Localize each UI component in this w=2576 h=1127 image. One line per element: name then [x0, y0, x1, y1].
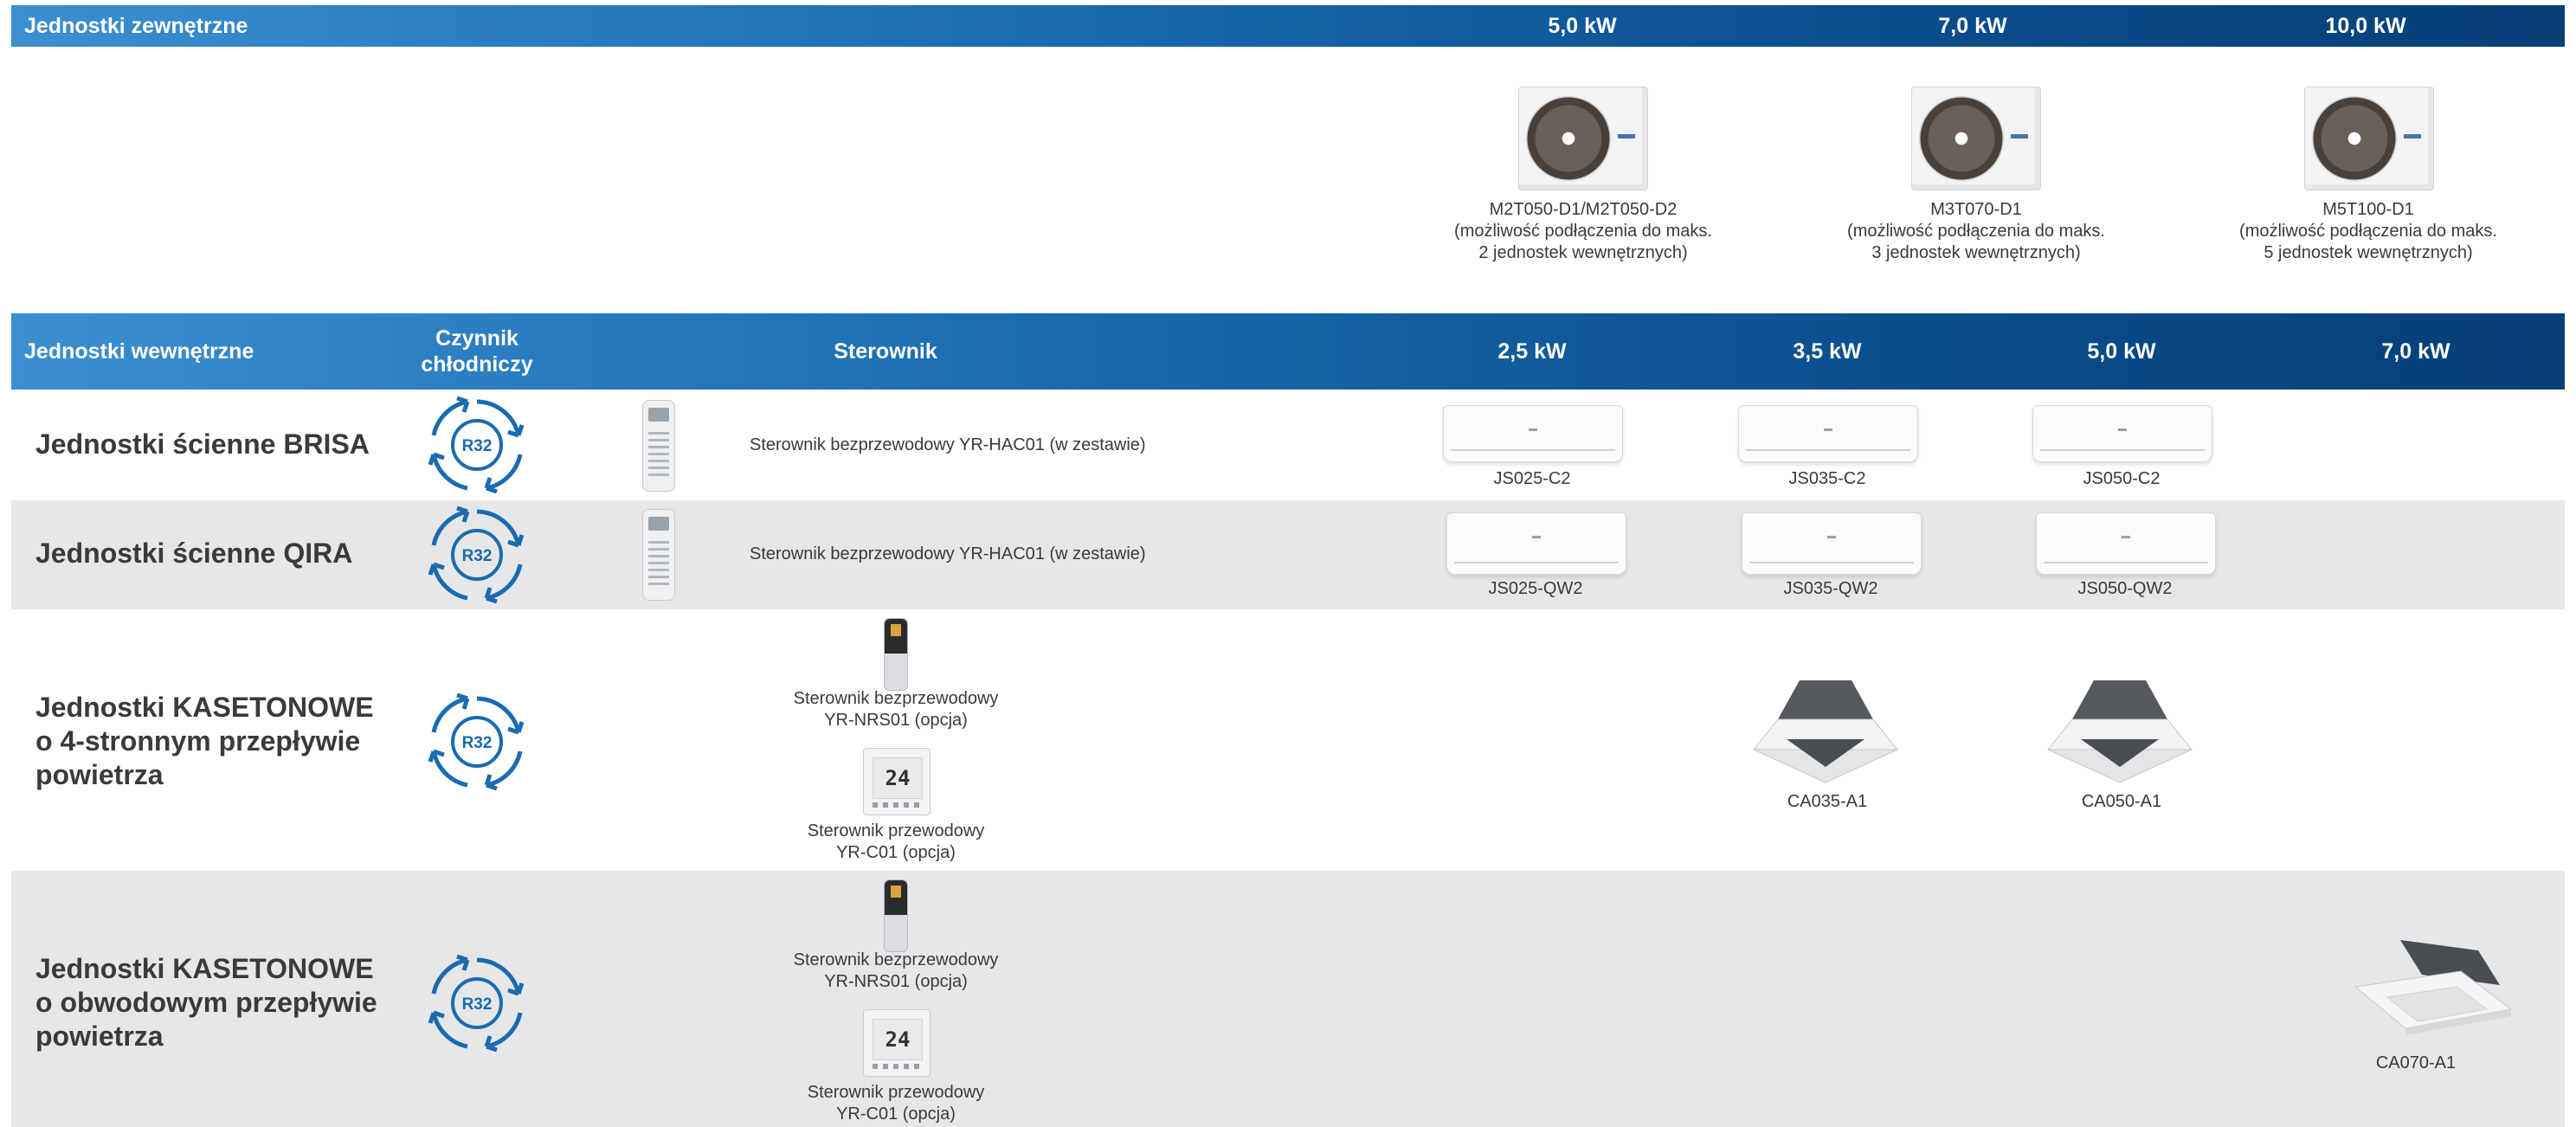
- outdoor-note: (możliwość podłączenia do maks.: [2239, 222, 2497, 241]
- wired-controller-display: 24: [873, 1019, 923, 1060]
- row-title: Jednostki ścienne QIRA: [35, 538, 353, 569]
- wireless-controller-caption: Sterownik bezprzewodowy YR-NRS01 (opcja): [794, 950, 999, 993]
- wired-controller-caption: Sterownik przewodowy YR-C01 (opcja): [808, 821, 985, 864]
- indoor-row-brisa: Jednostki ścienne BRISA R32 Sterownik be…: [11, 390, 2565, 500]
- remote-control-icon: [642, 400, 675, 492]
- row-title-line: Jednostki KASETONOWE: [35, 692, 374, 723]
- fan-icon: [2312, 96, 2397, 181]
- outdoor-unit-caption: M2T050-D1/M2T050-D2 (możliwość podłączen…: [1454, 199, 1712, 264]
- wall-unit-image: [1446, 512, 1626, 575]
- r32-label: R32: [462, 734, 493, 752]
- indoor-row-cassette-4way: Jednostki KASETONOWE o 4-stronnym przepł…: [11, 609, 2565, 871]
- brand-logo: [2011, 134, 2028, 138]
- outdoor-header-title: Jednostki zewnętrzne: [24, 14, 248, 38]
- outdoor-unit-image: [1518, 87, 1648, 190]
- wired-controller-icon: 24: [863, 1009, 931, 1077]
- row-title: Jednostki KASETONOWE o obwodowym przepły…: [35, 952, 377, 1053]
- r32-label: R32: [462, 437, 493, 455]
- wired-controller-display: 24: [873, 757, 923, 799]
- wall-unit-image: [1742, 512, 1922, 575]
- remote-control-icon: [642, 509, 675, 601]
- r32-refrigerant-icon: R32: [426, 504, 528, 606]
- wireless-controller-caption: Sterownik bezprzewodowy YR-NRS01 (opcja): [794, 688, 999, 731]
- model-label: JS050-C2: [2083, 469, 2161, 488]
- wired-controller-icon: 24: [863, 748, 931, 815]
- model-label: JS035-QW2: [1783, 579, 1878, 598]
- caption-line: Sterownik przewodowy: [807, 821, 985, 840]
- refrigerant-header-line: Czynnik: [435, 326, 518, 351]
- fan-icon: [1919, 96, 2004, 181]
- outdoor-note: (możliwość podłączenia do maks.: [1454, 222, 1712, 241]
- indoor-header: Jednostki wewnętrzne Czynnik chłodniczy …: [11, 313, 2565, 390]
- cassette-unit-image: [1752, 680, 1899, 783]
- outdoor-unit-image: [1911, 87, 2041, 190]
- wall-unit-image: [2036, 512, 2216, 575]
- brand-logo: [1618, 134, 1635, 138]
- outdoor-note: 2 jednostek wewnętrznych): [1478, 243, 1688, 262]
- r32-refrigerant-icon: R32: [426, 394, 528, 496]
- indoor-row-cassette-circular: Jednostki KASETONOWE o obwodowym przepły…: [11, 871, 2565, 1127]
- wireless-remote-icon: [884, 618, 908, 691]
- outdoor-model: M3T070-D1: [1930, 200, 2022, 219]
- caption-line: Sterownik przewodowy: [807, 1083, 985, 1102]
- caption-line: Sterownik bezprzewodowy: [793, 689, 999, 708]
- indoor-row-qira: Jednostki ścienne QIRA R32 Sterownik bez…: [11, 500, 2565, 609]
- row-title-line: o obwodowym przepływie: [35, 987, 377, 1018]
- indoor-capacity-2-5kw: 2,5 kW: [1497, 339, 1567, 364]
- outdoor-capacity-10kw: 10,0 kW: [2325, 14, 2406, 38]
- row-title-line: powietrza: [35, 759, 164, 790]
- row-title-line: powietrza: [35, 1021, 164, 1052]
- wall-unit-image: [1738, 405, 1918, 462]
- outdoor-unit-image: [2304, 87, 2434, 190]
- refrigerant-header: Czynnik chłodniczy: [421, 325, 532, 377]
- row-title: Jednostki ścienne BRISA: [35, 428, 370, 460]
- model-label: CA070-A1: [2375, 1053, 2457, 1072]
- indoor-header-title: Jednostki wewnętrzne: [24, 339, 254, 364]
- indoor-capacity-5kw: 5,0 kW: [2087, 339, 2156, 364]
- caption-line: YR-NRS01 (opcja): [824, 972, 968, 991]
- controller-text: Sterownik bezprzewodowy YR-HAC01 (w zest…: [750, 544, 1146, 564]
- model-label: JS035-C2: [1788, 469, 1866, 488]
- caption-line: YR-C01 (opcja): [836, 1104, 956, 1124]
- wall-unit-image: [1443, 405, 1623, 462]
- model-label: JS050-QW2: [2077, 579, 2173, 598]
- model-label: CA035-A1: [1787, 792, 1868, 811]
- r32-refrigerant-icon: R32: [426, 691, 528, 793]
- refrigerant-header-line: chłodniczy: [421, 352, 533, 377]
- model-label: CA050-A1: [2081, 792, 2162, 811]
- fan-icon: [1526, 96, 1611, 181]
- outdoor-unit-caption: M5T100-D1 (możliwość podłączenia do maks…: [2239, 199, 2497, 264]
- outdoor-capacity-7kw: 7,0 kW: [1938, 14, 2007, 38]
- caption-line: Sterownik bezprzewodowy: [793, 950, 999, 969]
- row-title: Jednostki KASETONOWE o 4-stronnym przepł…: [35, 691, 374, 792]
- outdoor-header: Jednostki zewnętrzne 5,0 kW 7,0 kW 10,0 …: [11, 5, 2565, 47]
- outdoor-note: (możliwość podłączenia do maks.: [1847, 222, 2105, 241]
- wall-unit-image: [2032, 405, 2212, 462]
- outdoor-capacity-5kw: 5,0 kW: [1548, 14, 1617, 38]
- caption-line: YR-NRS01 (opcja): [824, 711, 968, 730]
- outdoor-model: M2T050-D1/M2T050-D2: [1489, 200, 1678, 219]
- outdoor-model: M5T100-D1: [2322, 200, 2414, 219]
- brand-logo: [2404, 134, 2421, 138]
- controller-text: Sterownik bezprzewodowy YR-HAC01 (w zest…: [750, 435, 1146, 454]
- outdoor-note: 3 jednostek wewnętrznych): [1871, 243, 2081, 262]
- model-label: JS025-QW2: [1488, 579, 1583, 598]
- wireless-remote-icon: [884, 879, 908, 952]
- model-label: JS025-C2: [1493, 469, 1571, 488]
- row-title-line: Jednostki KASETONOWE: [35, 953, 374, 984]
- outdoor-note: 5 jednostek wewnętrznych): [2264, 243, 2473, 262]
- caption-line: YR-C01 (opcja): [836, 843, 956, 862]
- r32-refrigerant-icon: R32: [426, 952, 528, 1054]
- cassette-unit-image: [2354, 940, 2513, 1035]
- wired-controller-caption: Sterownik przewodowy YR-C01 (opcja): [808, 1082, 985, 1125]
- indoor-capacity-7kw: 7,0 kW: [2381, 339, 2450, 364]
- cassette-unit-image: [2046, 680, 2193, 783]
- r32-label: R32: [462, 995, 493, 1014]
- outdoor-unit-caption: M3T070-D1 (możliwość podłączenia do maks…: [1847, 199, 2105, 264]
- controller-header: Sterownik: [834, 339, 937, 364]
- r32-label: R32: [462, 547, 493, 565]
- indoor-capacity-3-5kw: 3,5 kW: [1793, 339, 1862, 364]
- row-title-line: o 4-stronnym przepływie: [35, 725, 361, 757]
